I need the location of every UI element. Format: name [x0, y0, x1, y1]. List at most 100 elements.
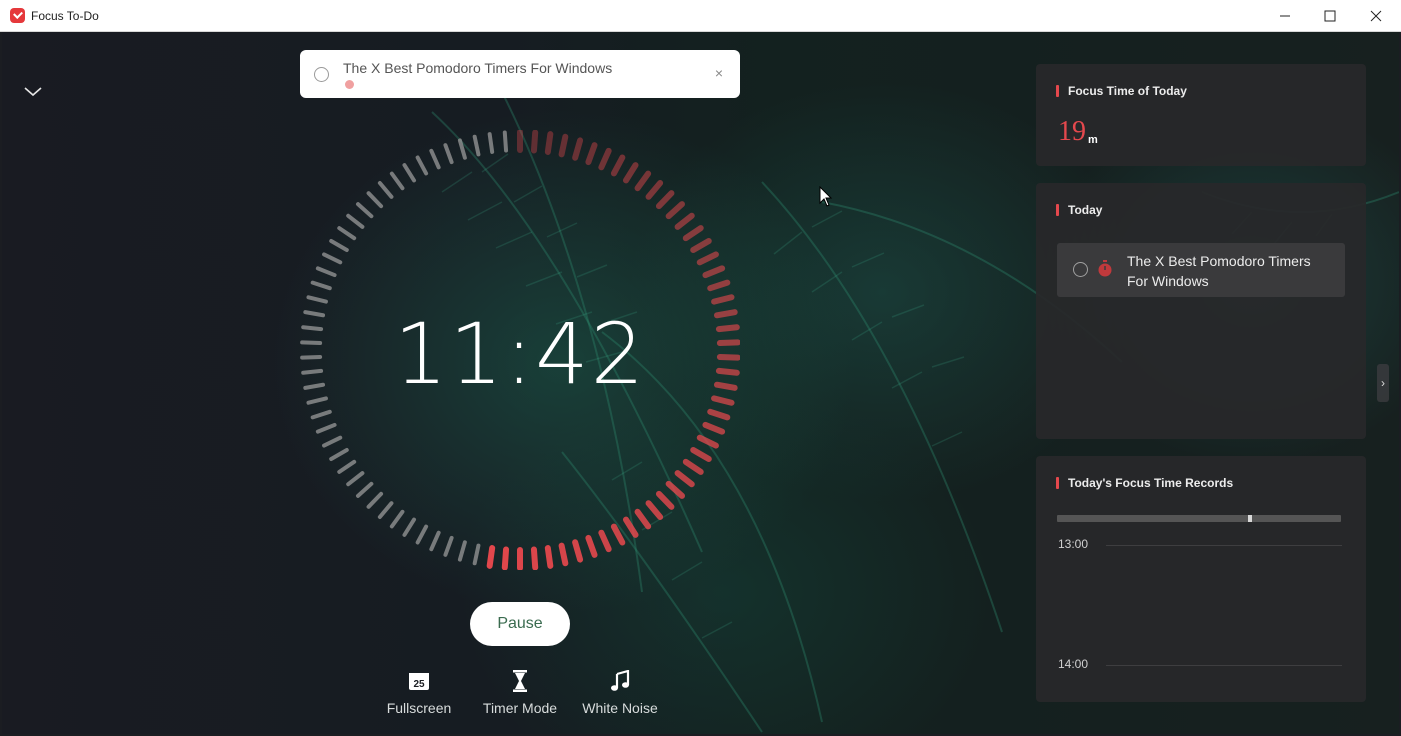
close-window-button[interactable] [1353, 0, 1399, 31]
timer-tick [645, 180, 664, 200]
timer-tick [715, 324, 740, 333]
timer-tick [544, 545, 554, 569]
timer-tick [306, 295, 328, 304]
today-heading: Today [1056, 203, 1102, 217]
timer-tick [429, 530, 441, 552]
timer-tick [622, 516, 639, 538]
timer-tick [716, 353, 740, 361]
timer-tick [337, 226, 357, 241]
close-icon [1370, 10, 1382, 21]
timer-tick [690, 447, 712, 462]
timer-tick [303, 382, 326, 390]
timer-mode-label: Timer Mode [482, 700, 558, 716]
timer-tick [303, 310, 326, 318]
pause-button[interactable]: Pause [470, 602, 570, 646]
timer-tick [572, 539, 584, 563]
timer-tick [322, 252, 343, 265]
timer-tick [634, 508, 652, 530]
timer-tick [301, 325, 324, 332]
timer-tick [329, 448, 349, 461]
timer-tick [665, 201, 686, 220]
app-logo-icon [10, 8, 25, 23]
maximize-icon [1324, 10, 1336, 21]
today-task-item[interactable]: The X Best Pomodoro Timers For Windows [1057, 243, 1345, 297]
timer-tick [346, 471, 365, 487]
timer-tick [716, 339, 740, 347]
timer-tick [711, 294, 735, 305]
timer-tick [558, 133, 569, 158]
timer-tick [713, 381, 738, 391]
timer-tick [610, 523, 626, 546]
timer-tick [622, 162, 639, 184]
timer-tick [457, 138, 467, 160]
focus-time-panel: Focus Time of Today 19 m [1036, 64, 1366, 166]
timer-tick [486, 545, 496, 569]
task-complete-checkbox[interactable] [314, 67, 329, 82]
window-title: Focus To-Do [31, 9, 99, 23]
timer-countdown: 11:42 [393, 305, 647, 403]
timer-tick [645, 500, 664, 520]
timer-tick [487, 132, 495, 154]
focus-time-unit: m [1088, 134, 1098, 146]
timer-tick [310, 280, 332, 291]
mouse-cursor-icon [819, 186, 833, 207]
window-titlebar: Focus To-Do [0, 0, 1401, 32]
current-task-card[interactable]: The X Best Pomodoro Timers For Windows × [300, 50, 740, 98]
timer-tick [674, 470, 695, 488]
timer-tick [457, 540, 467, 562]
calendar-25-icon: 25 [409, 673, 429, 690]
timer-tick [501, 546, 510, 570]
timer-tick [329, 239, 349, 252]
today-task-checkbox[interactable] [1073, 262, 1088, 277]
timer-tick [655, 190, 675, 210]
fullscreen-button[interactable]: 25 Fullscreen [374, 668, 464, 716]
timer-tick [443, 143, 454, 165]
timer-tick [530, 546, 539, 570]
timer-mode-button[interactable]: Timer Mode [475, 668, 565, 716]
music-note-icon [611, 670, 630, 691]
timer-tick [598, 529, 612, 553]
timer-tick [472, 543, 481, 566]
timer-tick [300, 354, 323, 360]
stopwatch-icon [1098, 260, 1112, 277]
tomato-icon [345, 80, 354, 89]
today-panel: Today The X Best Pomodoro Timers For Win… [1036, 183, 1366, 439]
timer-tick [337, 459, 357, 474]
maximize-button[interactable] [1307, 0, 1353, 31]
timer-tick [690, 238, 712, 253]
focus-records-heading: Today's Focus Time Records [1056, 476, 1233, 490]
panel-toggle-button[interactable]: › [1377, 364, 1389, 402]
timer-tick [402, 163, 417, 183]
timer-tick [389, 171, 405, 191]
timer-tick [355, 202, 374, 219]
timer-tick [346, 213, 365, 229]
record-gridline [1106, 665, 1342, 666]
records-timeline-marker [1248, 515, 1252, 522]
timer-tick [572, 137, 584, 161]
calendar-badge-text: 25 [413, 679, 425, 690]
timer-tick [634, 170, 652, 192]
timer-tick [707, 408, 731, 421]
timer-tick [696, 251, 719, 266]
timer-tick [502, 130, 509, 153]
task-close-button[interactable]: × [712, 66, 726, 80]
timer-tick [301, 368, 324, 375]
timer-tick [443, 535, 454, 557]
current-task-title: The X Best Pomodoro Timers For Windows [343, 60, 613, 76]
timer-tick [300, 340, 323, 346]
timer-tick [415, 155, 429, 176]
collapse-chevron-icon[interactable] [22, 84, 44, 100]
timer-tick [682, 225, 704, 242]
timer-tick [665, 480, 686, 499]
timer-tick [415, 524, 429, 545]
minimize-icon [1280, 15, 1290, 16]
timer-tick [585, 142, 598, 166]
timer-tick [715, 367, 740, 376]
today-task-title: The X Best Pomodoro Timers For Windows [1127, 253, 1311, 289]
white-noise-button[interactable]: White Noise [575, 668, 665, 716]
timer-tick [310, 409, 332, 420]
timer-tick [702, 421, 726, 435]
hourglass-icon [513, 670, 527, 692]
timer-tick [389, 509, 405, 529]
minimize-button[interactable] [1262, 0, 1308, 31]
